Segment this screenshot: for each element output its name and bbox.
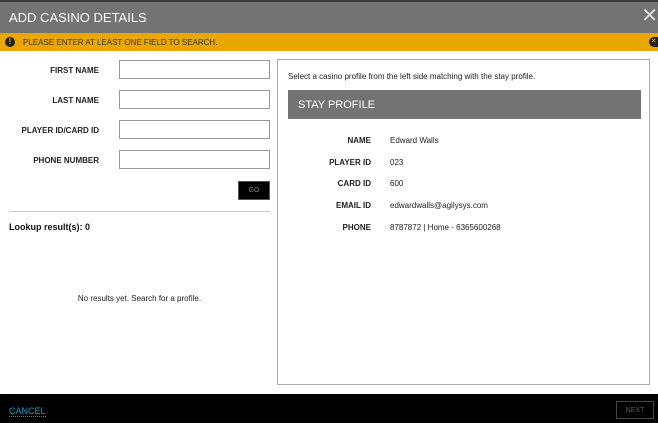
name-value: Edward Walls	[390, 136, 439, 145]
card-id-label: CARD ID	[337, 179, 371, 188]
dialog-footer: CANCEL NEXT	[0, 394, 658, 423]
close-icon[interactable]: ✕	[641, 6, 658, 26]
last-name-label: LAST NAME	[52, 96, 99, 105]
next-button[interactable]: NEXT	[616, 401, 654, 419]
alert-banner: ! PLEASE ENTER AT LEAST ONE FIELD TO SEA…	[0, 33, 658, 51]
phone-label: PHONE	[342, 223, 371, 232]
stay-profile-header: STAY PROFILE	[288, 90, 641, 119]
phone-number-label: PHONE NUMBER	[33, 156, 99, 165]
dismiss-alert-icon[interactable]: ✕	[649, 37, 658, 47]
player-id-label: PLAYER ID	[329, 158, 371, 167]
email-id-label: EMAIL ID	[336, 201, 371, 210]
name-label: NAME	[347, 136, 371, 145]
dialog-title: ADD CASINO DETAILS	[9, 10, 147, 25]
cancel-link[interactable]: CANCEL	[9, 406, 46, 417]
player-id-label: PLAYER ID/CARD ID	[21, 126, 100, 135]
first-name-label: FIRST NAME	[50, 66, 99, 75]
stay-profile-hint: Select a casino profile from the left si…	[288, 72, 536, 81]
empty-results-text: No results yet. Search for a profile.	[77, 294, 202, 303]
last-name-input[interactable]	[119, 90, 270, 109]
email-id-value: edwardwalls@agilysys.com	[390, 201, 488, 210]
divider	[9, 211, 270, 212]
phone-number-input[interactable]	[119, 150, 270, 169]
exclamation-icon: !	[5, 37, 15, 47]
card-id-value: 600	[390, 179, 404, 188]
stay-profile-panel: Select a casino profile from the left si…	[277, 59, 650, 385]
alert-message: PLEASE ENTER AT LEAST ONE FIELD TO SEARC…	[23, 38, 218, 47]
first-name-input[interactable]	[119, 60, 270, 79]
phone-value: 8787872 | Home - 6365600268	[390, 223, 501, 232]
player-id-value: 023	[390, 158, 404, 167]
dialog-title-bar: ADD CASINO DETAILS ✕	[0, 0, 658, 33]
go-button[interactable]: GO	[238, 181, 270, 200]
lookup-result-count: Lookup result(s): 0	[9, 222, 91, 232]
player-id-input[interactable]	[119, 120, 270, 139]
